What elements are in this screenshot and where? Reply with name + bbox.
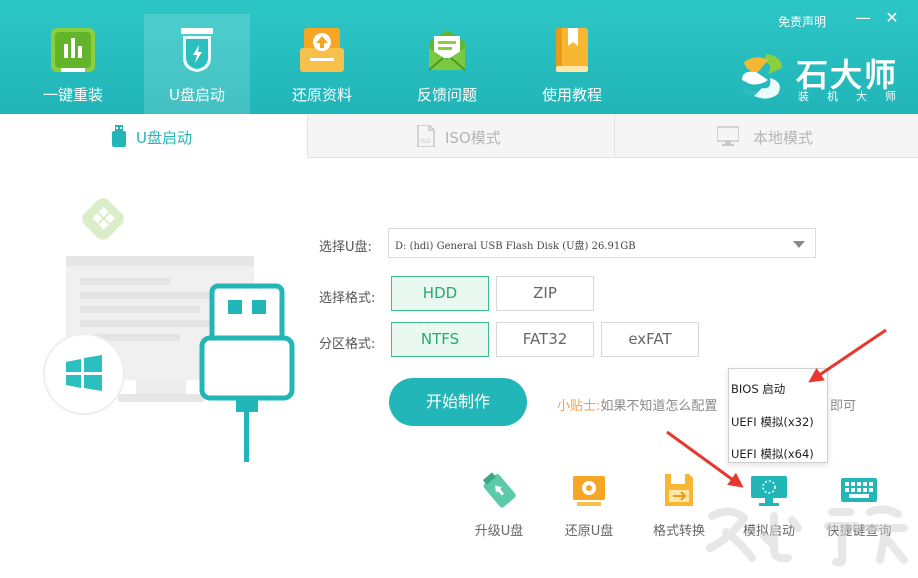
brand-logo: 石大师 装机大师	[738, 48, 908, 108]
tab-label: U盘启动	[136, 129, 192, 147]
format-option-hdd[interactable]: HDD	[391, 276, 489, 311]
select-usb-label: 选择U盘:	[319, 240, 372, 255]
book-icon	[556, 28, 588, 72]
tab-local-mode[interactable]: 本地模式	[614, 114, 918, 158]
tool-label: 格式转换	[652, 524, 705, 539]
nav-item-feedback[interactable]: 反馈问题	[394, 14, 500, 114]
menu-item-uefi-x32[interactable]: UEFI 模拟(x32)	[731, 414, 814, 430]
tool-label: 快捷键查询	[826, 524, 892, 539]
iso-file-icon: ISO	[417, 125, 435, 147]
partition-option-exfat[interactable]: exFAT	[601, 322, 699, 357]
minimize-button[interactable]: —	[855, 10, 871, 26]
format-convert-icon	[665, 474, 693, 506]
mode-tabs: U盘启动 ISO ISO模式 本地模式	[0, 114, 918, 158]
restore-upload-icon	[300, 28, 344, 72]
tool-label: 还原U盘	[564, 524, 614, 539]
tip-body: 如果不知道怎么配置	[600, 399, 718, 414]
usb-select-value: D: (hdi) General USB Flash Disk (U盘) 26.…	[395, 241, 636, 252]
tool-restore-usb[interactable]: 还原U盘	[544, 472, 634, 542]
mail-envelope-icon	[428, 30, 466, 71]
tool-simulate-boot[interactable]: 模拟启动	[724, 472, 814, 542]
partition-option-fat32[interactable]: FAT32	[496, 322, 594, 357]
nav-label: 反馈问题	[416, 86, 477, 104]
app-window: 一键重装 U盘启动 还原资料 反馈问题 使用教程 免责声明 — ✕ 石大师 装机…	[0, 0, 918, 578]
format-option-zip[interactable]: ZIP	[496, 276, 594, 311]
windows-logo-icon	[43, 333, 125, 415]
tool-shortcut-query[interactable]: 快捷键查询	[814, 472, 904, 542]
usb-stick-icon	[112, 125, 126, 147]
simulate-boot-icon	[751, 476, 787, 506]
partition-option-ntfs[interactable]: NTFS	[391, 322, 489, 357]
logo-icon	[742, 54, 782, 99]
menu-item-uefi-x64[interactable]: UEFI 模拟(x64)	[731, 446, 814, 462]
simulate-boot-menu: BIOS 启动 UEFI 模拟(x32) UEFI 模拟(x64)	[728, 368, 828, 463]
tab-iso-mode[interactable]: ISO ISO模式	[307, 114, 614, 158]
chevron-down-icon	[793, 241, 805, 248]
usb-drive-icon	[181, 28, 213, 72]
nav-item-reinstall[interactable]: 一键重装	[20, 14, 126, 114]
nav-item-tutorial[interactable]: 使用教程	[519, 14, 625, 114]
menu-item-bios-boot[interactable]: BIOS 启动	[731, 381, 785, 397]
tip-tail: 即可	[830, 399, 857, 414]
header-bar: 一键重装 U盘启动 还原资料 反馈问题 使用教程 免责声明 — ✕ 石大师 装机…	[0, 0, 918, 114]
nav-label: U盘启动	[169, 86, 225, 104]
usb-illustration	[43, 198, 295, 462]
nav-item-usb-boot[interactable]: U盘启动	[144, 14, 250, 114]
tool-format-convert[interactable]: 格式转换	[634, 472, 724, 542]
svg-text:ISO: ISO	[420, 138, 431, 145]
brand-subtitle: 装机大师	[798, 90, 914, 103]
tip-text: 小贴士:如果不知道怎么配置	[557, 395, 717, 414]
nav-item-restore-data[interactable]: 还原资料	[269, 14, 375, 114]
tool-upgrade-usb[interactable]: 升级U盘	[454, 472, 544, 542]
floating-diamond-icon	[82, 198, 124, 240]
usb-upgrade-icon	[482, 472, 516, 508]
tab-usb-boot[interactable]: U盘启动	[0, 114, 307, 158]
start-make-button[interactable]: 开始制作	[389, 378, 527, 426]
tab-label: 本地模式	[753, 129, 814, 147]
usb-restore-icon	[573, 476, 605, 506]
format-label: 选择格式:	[319, 291, 376, 306]
monitor-icon	[717, 126, 739, 146]
bar-chart-icon	[51, 28, 95, 72]
nav-label: 一键重装	[42, 86, 103, 104]
disclaimer-link[interactable]: 免责声明	[778, 13, 826, 30]
usb-select-dropdown[interactable]: D: (hdi) General USB Flash Disk (U盘) 26.…	[388, 228, 816, 258]
tab-label: ISO模式	[445, 129, 501, 147]
tip-title: 小贴士:	[557, 399, 601, 414]
close-button[interactable]: ✕	[884, 10, 900, 26]
tool-label: 升级U盘	[474, 524, 524, 539]
keyboard-icon	[841, 478, 877, 502]
usb-plug-graphic	[199, 283, 295, 462]
nav-label: 使用教程	[541, 86, 602, 104]
nav-label: 还原资料	[291, 86, 352, 104]
partition-label: 分区格式:	[319, 337, 376, 352]
tool-label: 模拟启动	[742, 524, 795, 539]
